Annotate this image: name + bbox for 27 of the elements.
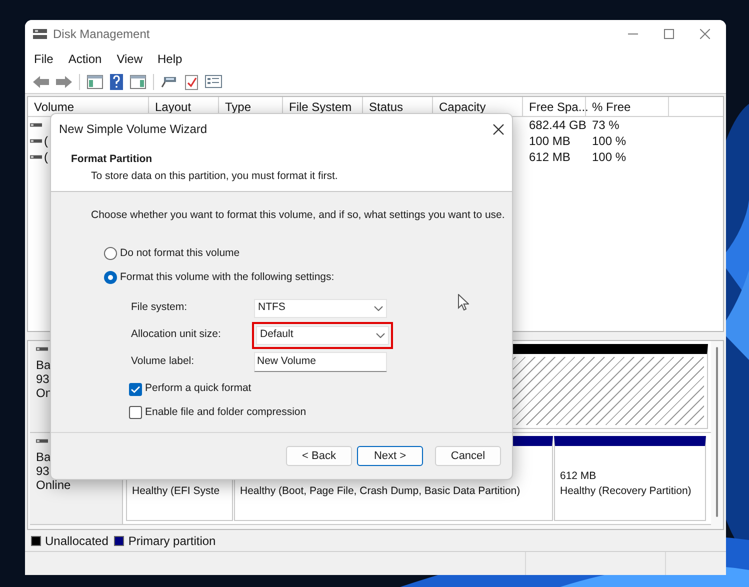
table-cell-text: 73 % (591, 117, 620, 134)
disk-info-text: 93 (36, 464, 50, 478)
disk-info-text: 93 (36, 372, 50, 386)
legend-label: Primary partition (128, 532, 216, 550)
table-cell-text: 612 MB (528, 149, 572, 166)
disk-info-text: Ba (36, 450, 52, 464)
disk-info-text: Ba (36, 358, 52, 372)
setting-label: Allocation unit size: (131, 327, 222, 342)
table-cell-text: 100 % (591, 133, 628, 150)
table-cell: ( (44, 135, 48, 147)
table-cell-text: 682.44 GB (528, 117, 586, 134)
dialog-heading: Format Partition (71, 152, 154, 167)
dialog-subtitle: To store data on this partition, you must format it first. (90, 168, 339, 184)
table-cell: ( (44, 151, 48, 163)
dialog-title: New Simple Volume Wizard (59, 121, 208, 138)
legend-label: Unallocated (45, 532, 108, 550)
partition-text: Healthy (EFI Syste (132, 484, 221, 499)
instruction-text: Choose whether you want to format this volume, and if so, what settings you want to use. (91, 208, 506, 223)
partition-text: 612 MB (560, 469, 598, 484)
disk-info-text: Online (36, 478, 72, 492)
partition-text: Healthy (Boot, Page File, Crash Dump, Basic Data Partition) (240, 484, 522, 499)
setting-label: Volume label: (131, 354, 196, 370)
table-cell-text: 100 % (591, 149, 628, 166)
partition-text: Healthy (Recovery Partition) (560, 484, 692, 499)
setting-label: File system: (131, 300, 188, 316)
window-title: Disk Management (53, 26, 150, 43)
table-cell-text: 100 MB (528, 133, 572, 150)
